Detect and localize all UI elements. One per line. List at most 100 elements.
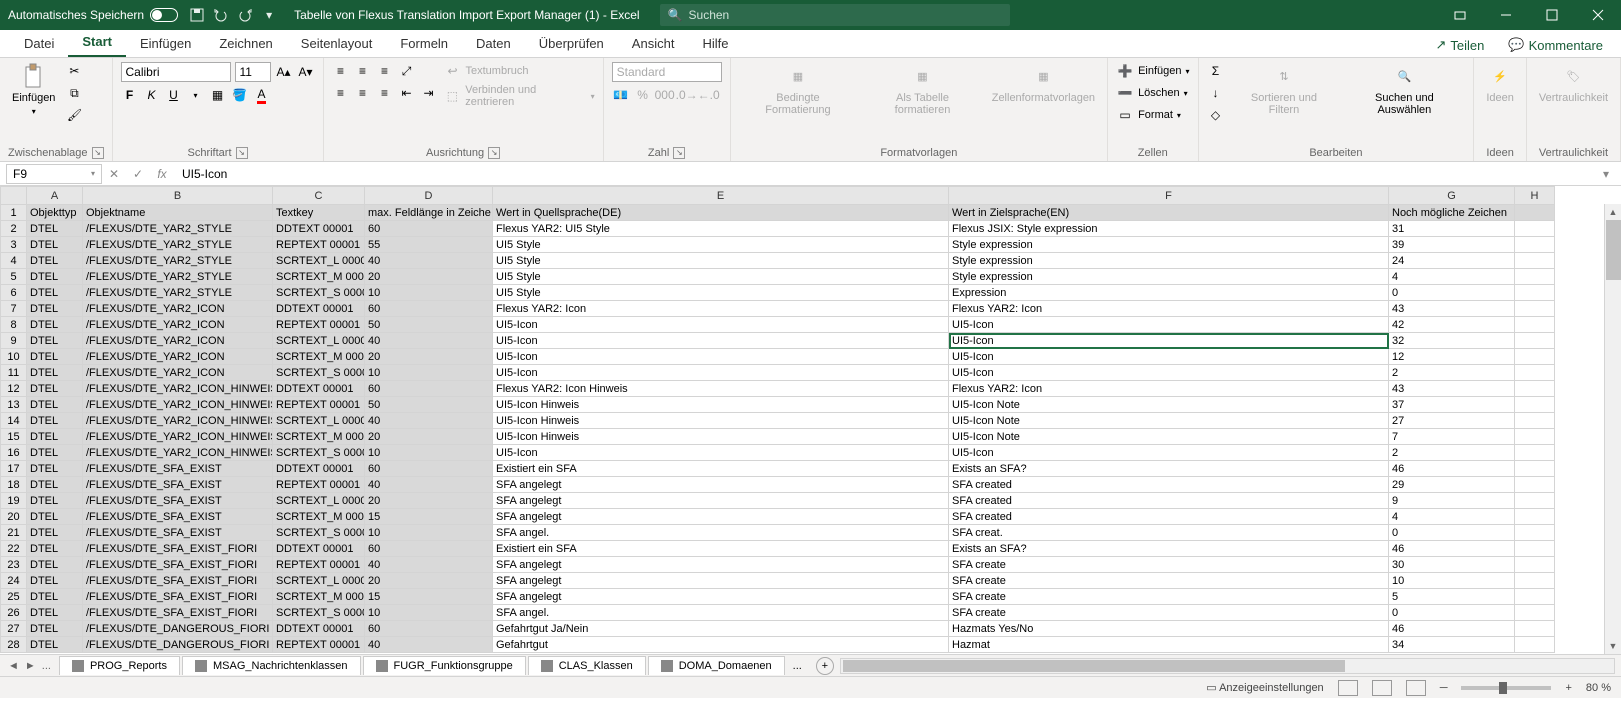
row-header[interactable]: 28 [1,637,27,653]
cell[interactable]: 43 [1389,381,1515,397]
cell[interactable]: /FLEXUS/DTE_YAR2_ICON [83,317,273,333]
row-header[interactable]: 8 [1,317,27,333]
zoom-slider[interactable] [1461,686,1551,690]
font-size-input[interactable] [235,62,271,82]
cell[interactable]: DTEL [27,509,83,525]
row-header[interactable]: 19 [1,493,27,509]
cell[interactable]: DTEL [27,253,83,269]
cell[interactable]: 15 [365,509,493,525]
cell[interactable]: UI5 Style [493,237,949,253]
comments-button[interactable]: 💬Kommentare [1502,33,1609,57]
row-header[interactable]: 23 [1,557,27,573]
cell[interactable]: DDTEXT 00001 [273,301,365,317]
cell[interactable] [1515,557,1555,573]
tab-hilfe[interactable]: Hilfe [688,30,742,57]
cell[interactable]: /FLEXUS/DTE_SFA_EXIST_FIORI [83,605,273,621]
cell[interactable]: Flexus YAR2: Icon [949,301,1389,317]
close-icon[interactable] [1575,0,1621,30]
chevron-down-icon[interactable]: ▾ [1186,67,1190,76]
font-name-input[interactable] [121,62,231,82]
cell[interactable]: UI5 Style [493,253,949,269]
cell[interactable]: DTEL [27,461,83,477]
sheet-tab[interactable]: DOMA_Domaenen [648,656,785,675]
cell[interactable]: 0 [1389,285,1515,301]
cell[interactable]: SFA created [949,477,1389,493]
tab-ansicht[interactable]: Ansicht [618,30,689,57]
cell[interactable]: DTEL [27,221,83,237]
scroll-up-icon[interactable]: ▲ [1605,204,1621,220]
row-header[interactable]: 21 [1,525,27,541]
tab-überprüfen[interactable]: Überprüfen [525,30,618,57]
cell[interactable]: /FLEXUS/DTE_SFA_EXIST [83,509,273,525]
sheet-tab[interactable]: CLAS_Klassen [528,656,646,675]
cell-styles-button[interactable]: ▦Zellenformatvorlagen [988,62,1099,106]
cell[interactable]: Gefahrtgut [493,637,949,653]
horizontal-scrollbar[interactable] [840,658,1615,674]
cell[interactable]: DTEL [27,349,83,365]
cell[interactable]: 20 [365,573,493,589]
cell[interactable]: Objektname [83,205,273,221]
cell[interactable]: /FLEXUS/DTE_SFA_EXIST_FIORI [83,557,273,573]
cell[interactable]: SFA angelegt [493,493,949,509]
cell[interactable]: 20 [365,493,493,509]
cell[interactable]: 42 [1389,317,1515,333]
cell[interactable]: /FLEXUS/DTE_YAR2_STYLE [83,269,273,285]
cell[interactable]: /FLEXUS/DTE_SFA_EXIST_FIORI [83,589,273,605]
cell[interactable]: Gefahrtgut Ja/Nein [493,621,949,637]
cell[interactable]: SCRTEXT_M 00001 [273,349,365,365]
cell[interactable]: SFA create [949,557,1389,573]
row-header[interactable]: 20 [1,509,27,525]
cell[interactable]: Flexus JSIX: Style expression [949,221,1389,237]
cell[interactable]: DDTEXT 00001 [273,541,365,557]
cell[interactable]: 10 [365,445,493,461]
cell[interactable]: SCRTEXT_L 00001 [273,573,365,589]
cell[interactable]: UI5-Icon Note [949,413,1389,429]
cell[interactable]: 10 [365,525,493,541]
dialog-launcher-icon[interactable]: ↘ [488,147,500,159]
align-bottom-icon[interactable]: ≡ [376,62,394,80]
cell[interactable]: DTEL [27,541,83,557]
row-header[interactable]: 26 [1,605,27,621]
cell[interactable] [1515,333,1555,349]
tab-seitenlayout[interactable]: Seitenlayout [287,30,387,57]
qat-customize-icon[interactable]: ▾ [262,8,276,22]
formula-input[interactable]: UI5-Icon [174,167,1603,181]
cell[interactable]: UI5-Icon Hinweis [493,413,949,429]
column-header-G[interactable]: G [1389,187,1515,205]
cell[interactable]: /FLEXUS/DTE_YAR2_ICON_HINWEIS [83,429,273,445]
cell[interactable]: SCRTEXT_L 00001 [273,493,365,509]
cell[interactable]: SFA create [949,573,1389,589]
zoom-level[interactable]: 80 % [1586,682,1611,694]
dialog-launcher-icon[interactable]: ↘ [673,147,685,159]
cell[interactable]: 10 [1389,573,1515,589]
row-header[interactable]: 11 [1,365,27,381]
cell[interactable] [1515,301,1555,317]
column-header-E[interactable]: E [493,187,949,205]
cell[interactable]: Hazmat [949,637,1389,653]
chevron-down-icon[interactable]: ▾ [1184,89,1188,98]
cell[interactable]: DTEL [27,285,83,301]
cell[interactable]: REPTEXT 00001 [273,477,365,493]
cell[interactable]: Existiert ein SFA [493,461,949,477]
cell[interactable]: SCRTEXT_S 00001 [273,525,365,541]
cell[interactable]: DTEL [27,589,83,605]
cell[interactable]: SCRTEXT_M 00001 [273,429,365,445]
cell[interactable] [1515,285,1555,301]
format-cells-icon[interactable]: ▭ [1116,106,1134,124]
cell[interactable] [1515,237,1555,253]
search-box[interactable]: 🔍 Suchen [660,4,1010,26]
font-color-icon[interactable]: A [253,86,271,104]
copy-icon[interactable]: ⧉ [65,84,83,102]
cell[interactable]: UI5-Icon [949,365,1389,381]
fill-icon[interactable]: ↓ [1207,84,1225,102]
zoom-out-icon[interactable]: ─ [1440,682,1448,694]
cell[interactable] [1515,461,1555,477]
cell[interactable]: 24 [1389,253,1515,269]
cell[interactable]: 10 [365,285,493,301]
dialog-launcher-icon[interactable]: ↘ [92,147,104,159]
decrease-decimal-icon[interactable]: ←.0 [700,86,718,104]
cell[interactable]: DTEL [27,365,83,381]
cell[interactable]: REPTEXT 00001 [273,637,365,653]
chevron-down-icon[interactable]: ▾ [1177,111,1181,120]
minimize-icon[interactable] [1483,0,1529,30]
